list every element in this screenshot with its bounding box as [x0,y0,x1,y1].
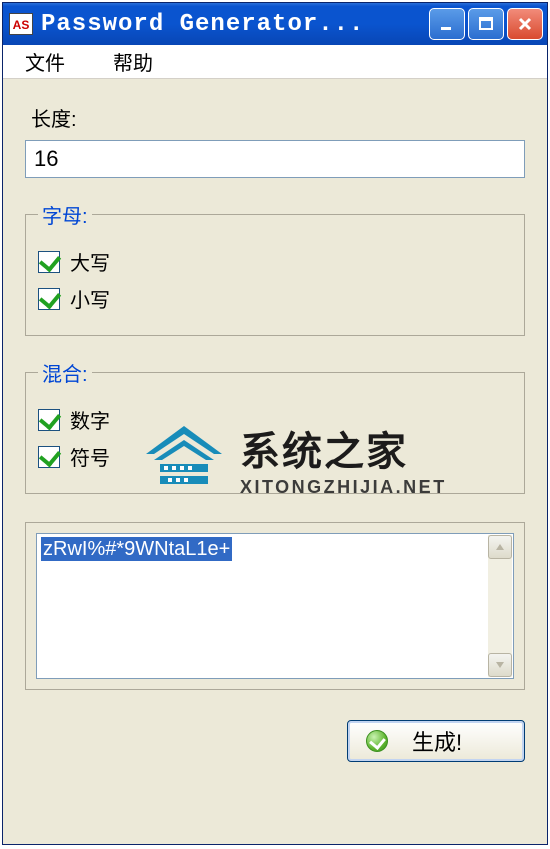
symbols-checkbox[interactable] [38,446,60,468]
output-textbox[interactable]: zRwI%#*9WNtaL1e+ [36,533,514,679]
length-input[interactable] [25,140,525,178]
scroll-up-button[interactable] [488,535,512,559]
window-controls [429,8,543,40]
titlebar: AS Password Generator... [3,3,547,45]
app-window: AS Password Generator... 文件 帮助 长度: 字母: 大… [2,2,548,845]
output-text[interactable]: zRwI%#*9WNtaL1e+ [41,537,232,561]
uppercase-checkbox[interactable] [38,251,60,273]
close-button[interactable] [507,8,543,40]
digits-checkbox[interactable] [38,409,60,431]
symbols-label: 符号 [70,442,110,471]
lowercase-option[interactable]: 小写 [38,284,512,313]
symbols-option[interactable]: 符号 [38,442,512,471]
output-panel: zRwI%#*9WNtaL1e+ [25,522,525,690]
scroll-down-button[interactable] [488,653,512,677]
generate-button[interactable]: 生成! [347,720,525,762]
digits-option[interactable]: 数字 [38,405,512,434]
uppercase-label: 大写 [70,247,110,276]
client-area: 长度: 字母: 大写 小写 混合: 数字 符号 [3,79,547,844]
maximize-button[interactable] [468,8,504,40]
check-circle-icon [366,730,388,752]
digits-label: 数字 [70,405,110,434]
window-title: Password Generator... [41,11,429,38]
menu-file[interactable]: 文件 [11,45,79,78]
lowercase-checkbox[interactable] [38,288,60,310]
lowercase-label: 小写 [70,284,110,313]
group-letters-legend: 字母: [38,200,92,229]
uppercase-option[interactable]: 大写 [38,247,512,276]
length-label: 长度: [31,103,525,132]
generate-label: 生成! [412,725,462,757]
menubar: 文件 帮助 [3,45,547,79]
group-mix-legend: 混合: [38,358,92,387]
app-icon: AS [9,13,33,35]
menu-help[interactable]: 帮助 [99,45,167,78]
vertical-scrollbar[interactable] [488,535,512,677]
button-row: 生成! [25,720,525,762]
group-mix: 混合: 数字 符号 [25,358,525,494]
group-letters: 字母: 大写 小写 [25,200,525,336]
minimize-button[interactable] [429,8,465,40]
